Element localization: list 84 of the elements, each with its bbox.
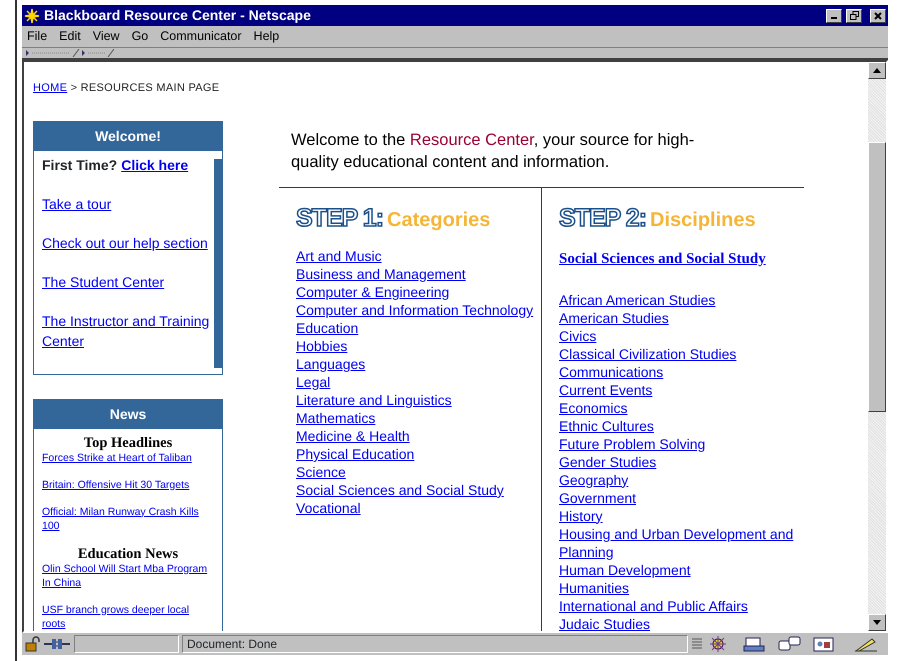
news-link[interactable]: Forces Strike at Heart of Taliban <box>42 450 192 464</box>
address-book-icon[interactable] <box>813 636 835 652</box>
category-link[interactable]: Current Events <box>559 380 652 398</box>
category-link[interactable]: Ethnic Cultures <box>559 416 654 434</box>
category-link[interactable]: International and Public Affairs <box>559 596 748 614</box>
window-title: Blackboard Resource Center - Netscape <box>44 6 312 25</box>
chat-icon[interactable] <box>778 636 802 652</box>
step-number: STEP 2: <box>559 202 646 234</box>
category-link[interactable]: Languages <box>296 355 366 373</box>
category-link[interactable]: Communications <box>559 362 664 380</box>
welcome-link[interactable]: Check out our help section <box>42 232 208 252</box>
category-link[interactable]: Classical Civilization Studies <box>559 344 736 362</box>
category-link[interactable]: Vocational <box>296 499 361 517</box>
category-link[interactable]: Computer & Engineering <box>296 283 450 301</box>
news-section-heading: Education News <box>76 546 180 562</box>
menu-item[interactable]: View <box>92 27 120 46</box>
breadcrumb-separator: > <box>70 82 78 94</box>
intro-text: Welcome to the Resource Center, your source for high-quality educational content and information. <box>291 130 696 172</box>
category-link[interactable]: Future Problem Solving <box>559 434 706 452</box>
status-text: Document: Done <box>187 636 278 653</box>
menu-item[interactable]: Help <box>254 27 280 46</box>
panel-heading: Welcome! <box>34 122 222 150</box>
step-title: Disciplines <box>650 208 756 232</box>
scrollbar[interactable] <box>868 62 886 631</box>
category-link[interactable]: History <box>559 506 603 524</box>
home-link[interactable]: HOME <box>33 82 68 94</box>
news-link[interactable]: Britain: Offensive Hit 30 Targets <box>42 478 190 492</box>
scroll-down-button[interactable] <box>868 614 886 631</box>
lock-icon[interactable] <box>24 636 40 652</box>
category-link[interactable]: Legal <box>296 373 330 391</box>
welcome-link[interactable]: Take a tour <box>42 194 112 214</box>
category-link[interactable]: Medicine & Health <box>296 427 410 445</box>
category-link[interactable]: Social Sciences and Social Study <box>296 481 504 499</box>
scroll-up-button[interactable] <box>868 62 886 79</box>
category-link[interactable]: Literature and Linguistics <box>296 391 452 409</box>
pen-icon[interactable] <box>854 636 878 652</box>
category-link[interactable]: Geography <box>559 470 628 488</box>
step-number: STEP 1: <box>296 202 384 234</box>
menu-item[interactable]: Edit <box>59 27 81 46</box>
scroll-thumb[interactable] <box>868 142 886 412</box>
app-icon <box>24 8 40 24</box>
welcome-link[interactable]: The Student Center <box>42 272 164 292</box>
category-link[interactable]: American Studies <box>559 308 669 326</box>
category-link[interactable]: Physical Education <box>296 445 414 463</box>
category-link[interactable]: Civics <box>559 326 596 344</box>
category-link[interactable]: African American Studies <box>559 290 716 308</box>
category-link[interactable]: Government <box>559 488 636 506</box>
restore-button[interactable] <box>846 8 862 22</box>
category-link[interactable]: Art and Music <box>296 247 382 265</box>
close-button[interactable] <box>870 8 886 22</box>
step-title: Categories <box>387 208 490 232</box>
category-link[interactable]: Economics <box>559 398 628 416</box>
category-link[interactable]: Business and Management <box>296 265 466 283</box>
category-link[interactable]: Housing and Urban Development and Planning <box>559 524 804 560</box>
menu-item[interactable]: Communicator <box>160 27 242 46</box>
breadcrumb-current: RESOURCES MAIN PAGE <box>80 82 220 94</box>
category-link[interactable]: Education <box>296 319 358 337</box>
category-link[interactable]: Humanities <box>559 578 630 596</box>
category-link[interactable]: Mathematics <box>296 409 376 427</box>
close-icon <box>874 12 882 20</box>
restore-icon <box>850 11 858 20</box>
category-link[interactable]: Hobbies <box>296 337 348 355</box>
plug-icon[interactable] <box>43 637 71 651</box>
category-link[interactable]: Computer and Information Technology <box>296 301 534 319</box>
minimize-button[interactable] <box>826 8 842 22</box>
welcome-link[interactable]: The Instructor and Training Center <box>42 310 214 350</box>
news-link[interactable]: Olin School Will Start Mba Program In China <box>42 562 214 590</box>
menu-item[interactable]: File <box>27 27 48 46</box>
subtitle-link[interactable]: Social Sciences and Social Study <box>559 248 766 270</box>
news-link[interactable]: Official: Milan Runway Crash Kills 100 <box>42 504 214 532</box>
first-time-label: First Time? <box>42 156 118 172</box>
category-link[interactable]: Gender Studies <box>559 452 656 470</box>
category-link[interactable]: Judaic Studies <box>559 614 650 631</box>
menu-item[interactable]: Go <box>132 27 148 46</box>
news-section-heading: Top Headlines <box>82 434 174 450</box>
panel-heading: News <box>34 400 222 428</box>
category-link[interactable]: Science <box>296 463 346 481</box>
down-arrow-icon <box>873 620 881 625</box>
news-link[interactable]: USF branch grows deeper local roots <box>42 602 214 630</box>
click-here-link[interactable]: Click here <box>121 154 188 174</box>
category-link[interactable]: Human Development <box>559 560 691 578</box>
mail-icon[interactable] <box>743 636 767 652</box>
minimize-icon <box>831 16 837 18</box>
up-arrow-icon <box>873 68 881 73</box>
